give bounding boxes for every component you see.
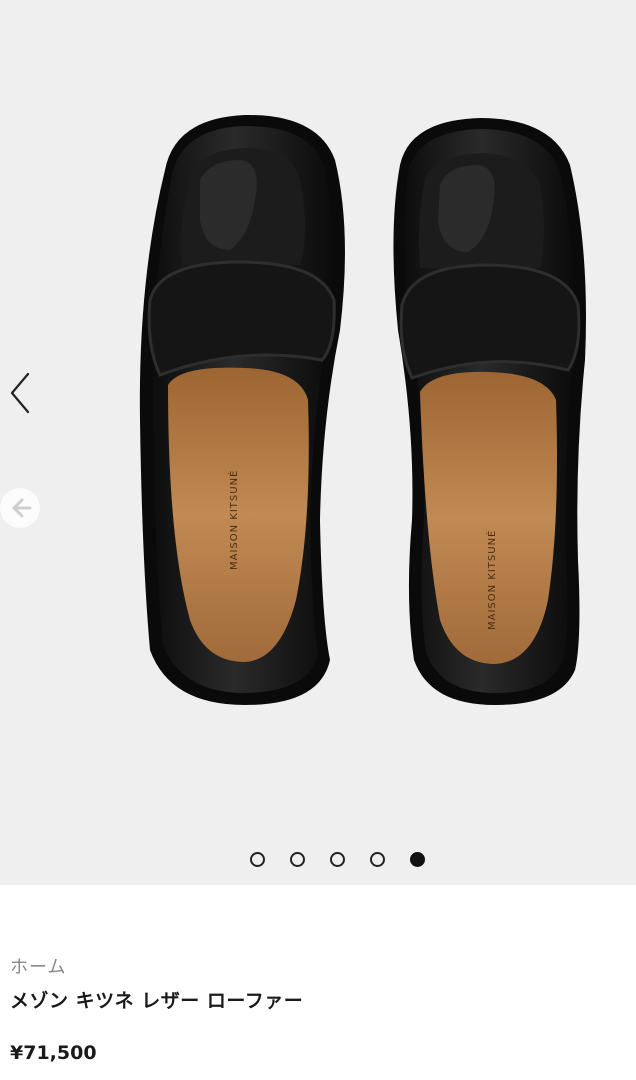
left-shoe: MAISON KITSUNÉ [139,114,345,706]
arrow-left-circle-icon[interactable] [0,488,40,528]
product-price: ¥71,500 [10,1042,97,1064]
chevron-left-icon[interactable] [6,370,36,416]
slide-dot-1[interactable] [250,852,265,867]
slide-indicator [250,852,425,868]
product-image-gallery[interactable]: MAISON KITSUNÉ MAISON KITSUNÉ [0,0,636,885]
slide-dot-4[interactable] [370,852,385,867]
slide-dot-5-active[interactable] [410,852,425,867]
svg-text:MAISON KITSUNÉ: MAISON KITSUNÉ [227,470,240,570]
right-shoe: MAISON KITSUNÉ [393,118,586,705]
slide-dot-3[interactable] [330,852,345,867]
breadcrumb-home-link[interactable]: ホーム [10,953,66,979]
svg-text:MAISON KITSUNÉ: MAISON KITSUNÉ [485,530,498,630]
slide-dot-2[interactable] [290,852,305,867]
product-info: ホーム メゾン キツネ レザー ローファー ¥71,500 [0,885,636,1080]
product-title: メゾン キツネ レザー ローファー [10,990,304,1012]
product-image: MAISON KITSUNÉ MAISON KITSUNÉ [139,114,586,706]
